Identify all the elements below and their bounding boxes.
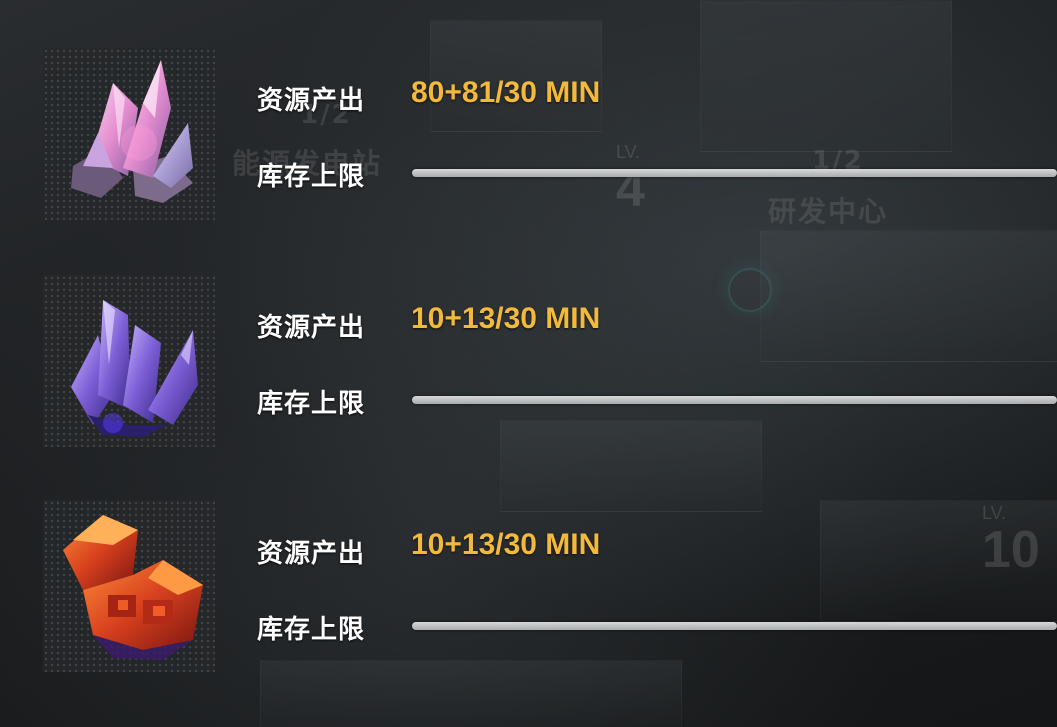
bg-glow-ring: [728, 268, 772, 312]
red-ore-icon: [63, 515, 203, 660]
purple-crystal-icon: [71, 300, 198, 437]
resource-output-label: 资源产出: [257, 539, 366, 569]
capacity-label: 库存上限: [257, 162, 366, 192]
resource-output-label: 资源产出: [257, 313, 366, 343]
bg-building: [760, 230, 1057, 362]
bg-building: [260, 660, 682, 727]
resource-output-value: 80+81/30 MIN: [411, 76, 601, 109]
resource-tile-red-ore[interactable]: [43, 500, 215, 672]
capacity-bar: [412, 169, 1057, 177]
resource-output-value: 10+13/30 MIN: [411, 302, 601, 335]
bg-building-name: 研发中心: [768, 195, 889, 228]
resource-panel: 能源发电站 1/2 研发中心 1/2 LV. 4 LV. 10 资源产出 80+…: [0, 0, 1057, 727]
pink-crystal-icon: [71, 60, 193, 203]
bg-building: [500, 420, 762, 512]
capacity-label: 库存上限: [257, 389, 366, 419]
resource-tile-purple-crystal[interactable]: [43, 275, 215, 447]
resource-tile-pink-crystal[interactable]: [43, 48, 215, 220]
capacity-bar: [412, 622, 1057, 630]
capacity-bar: [412, 396, 1057, 404]
bg-level-badge: LV. 10: [982, 503, 1040, 576]
bg-level-badge: LV. 4: [616, 142, 645, 215]
capacity-label: 库存上限: [257, 615, 366, 645]
bg-level-number: 10: [982, 521, 1040, 579]
resource-output-value: 10+13/30 MIN: [411, 528, 601, 561]
resource-output-label: 资源产出: [257, 86, 366, 116]
bg-building: [700, 0, 952, 152]
